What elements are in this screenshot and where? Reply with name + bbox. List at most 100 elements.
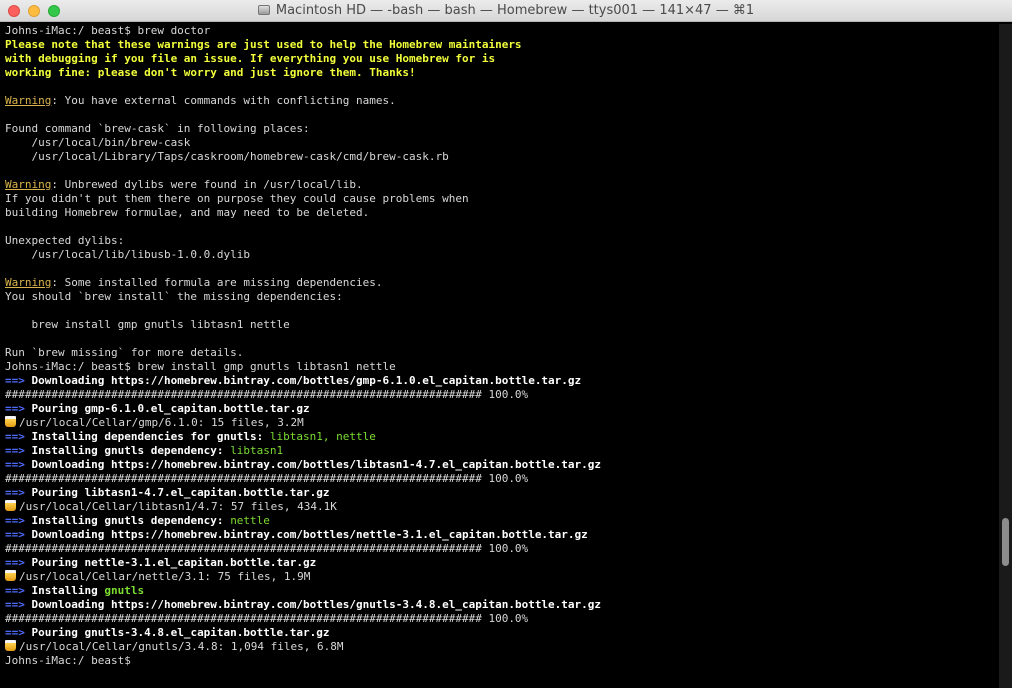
terminal-text: ==> xyxy=(5,486,32,499)
vertical-scrollbar[interactable] xyxy=(999,24,1012,688)
terminal-text: working fine: please don't worry and jus… xyxy=(5,66,416,79)
terminal-line: ########################################… xyxy=(0,472,998,486)
terminal-line: If you didn't put them there on purpose … xyxy=(0,192,998,206)
terminal-text: Warning xyxy=(5,94,52,107)
terminal-text: ==> xyxy=(5,528,32,541)
terminal-text: /usr/local/Cellar/gnutls/3.4.8: 1,094 fi… xyxy=(19,640,344,653)
terminal-line: building Homebrew formulae, and may need… xyxy=(0,206,998,220)
terminal-line: ==> Pouring gnutls-3.4.8.el_capitan.bott… xyxy=(0,626,998,640)
terminal-text: Installing xyxy=(31,584,105,597)
terminal-line: Warning: Some installed formula are miss… xyxy=(0,276,998,290)
terminal-text: /usr/local/Cellar/nettle/3.1: 75 files, … xyxy=(19,570,311,583)
terminal-line: Please note that these warnings are just… xyxy=(0,38,998,52)
terminal-text: with debugging if you file an issue. If … xyxy=(5,52,496,65)
terminal-text: Pouring libtasn1-4.7.el_capitan.bottle.t… xyxy=(31,486,330,499)
terminal-text: /usr/local/bin/brew-cask xyxy=(5,136,191,149)
terminal-text: Pouring nettle-3.1.el_capitan.bottle.tar… xyxy=(31,556,317,569)
beer-mug-icon xyxy=(5,416,16,427)
terminal-text: Warning xyxy=(5,178,52,191)
terminal-line: ########################################… xyxy=(0,542,998,556)
terminal-text: You should `brew install` the missing de… xyxy=(5,290,343,303)
terminal-output[interactable]: Johns-iMac:/ beast$ brew doctor Please no… xyxy=(0,24,998,688)
terminal-line: ==> Installing gnutls dependency: libtas… xyxy=(0,444,998,458)
terminal-text: Installing gnutls dependency: xyxy=(31,514,231,527)
terminal-window: Macintosh HD — -bash — bash — Homebrew —… xyxy=(0,0,1012,688)
terminal-text: Downloading https://homebrew.bintray.com… xyxy=(31,458,602,471)
terminal-text: /usr/local/Cellar/libtasn1/4.7: 57 files… xyxy=(19,500,337,513)
beer-mug-icon xyxy=(5,640,16,651)
terminal-text: nettle xyxy=(230,514,270,527)
terminal-text: ==> xyxy=(5,430,32,443)
terminal-line: brew install gmp gnutls libtasn1 nettle xyxy=(0,318,998,332)
terminal-text: Unexpected dylibs: xyxy=(5,234,125,247)
terminal-text: Run `brew missing` for more details. xyxy=(5,346,244,359)
terminal-line: Johns-iMac:/ beast$ brew install gmp gnu… xyxy=(0,360,998,374)
terminal-text: building Homebrew formulae, and may need… xyxy=(5,206,370,219)
terminal-text: ########################################… xyxy=(5,388,529,401)
terminal-line: /usr/local/bin/brew-cask xyxy=(0,136,998,150)
terminal-text: If you didn't put them there on purpose … xyxy=(5,192,469,205)
terminal-text: /usr/local/lib/libusb-1.0.0.dylib xyxy=(5,248,251,261)
terminal-text: Warning xyxy=(5,276,52,289)
terminal-text: Found command `brew-cask` in following p… xyxy=(5,122,310,135)
hard-disk-icon xyxy=(257,5,270,15)
terminal-text: ########################################… xyxy=(5,612,529,625)
terminal-text: ==> xyxy=(5,444,32,457)
terminal-text: Johns-iMac:/ beast$ brew doctor xyxy=(5,24,211,37)
terminal-line: ==> Downloading https://homebrew.bintray… xyxy=(0,458,998,472)
terminal-text: ########################################… xyxy=(5,472,529,485)
terminal-text: Pouring gnutls-3.4.8.el_capitan.bottle.t… xyxy=(31,626,330,639)
terminal-text: ########################################… xyxy=(5,542,529,555)
terminal-text: Please note that these warnings are just… xyxy=(5,38,522,51)
window-title-text: Macintosh HD — -bash — bash — Homebrew —… xyxy=(275,3,755,18)
terminal-line: Run `brew missing` for more details. xyxy=(0,346,998,360)
terminal-line: /usr/local/Cellar/gmp/6.1.0: 15 files, 3… xyxy=(0,416,998,430)
terminal-text: /usr/local/Cellar/gmp/6.1.0: 15 files, 3… xyxy=(19,416,304,429)
terminal-line: with debugging if you file an issue. If … xyxy=(0,52,998,66)
terminal-line: working fine: please don't worry and jus… xyxy=(0,66,998,80)
terminal-line: Found command `brew-cask` in following p… xyxy=(0,122,998,136)
scrollbar-thumb[interactable] xyxy=(1002,518,1009,566)
terminal-line: ==> Installing dependencies for gnutls: … xyxy=(0,430,998,444)
terminal-line: Johns-iMac:/ beast$ brew doctor xyxy=(0,24,998,38)
terminal-line: Unexpected dylibs: xyxy=(0,234,998,248)
terminal-text: brew install gmp gnutls libtasn1 nettle xyxy=(5,318,290,331)
terminal-line: ==> Installing gnutls dependency: nettle xyxy=(0,514,998,528)
terminal-text: Johns-iMac:/ beast$ xyxy=(5,654,138,667)
terminal-line: Warning: You have external commands with… xyxy=(0,94,998,108)
terminal-text: Installing gnutls dependency: xyxy=(31,444,231,457)
terminal-text: ==> xyxy=(5,584,32,597)
terminal-line: ==> Pouring gmp-6.1.0.el_capitan.bottle.… xyxy=(0,402,998,416)
terminal-line: ==> Installing gnutls xyxy=(0,584,998,598)
terminal-text: Johns-iMac:/ beast$ brew install gmp gnu… xyxy=(5,360,396,373)
terminal-text: ==> xyxy=(5,556,32,569)
terminal-text: ==> xyxy=(5,514,32,527)
beer-mug-icon xyxy=(5,570,16,581)
terminal-text: : Unbrewed dylibs were found in /usr/loc… xyxy=(51,178,363,191)
terminal-text: ==> xyxy=(5,626,32,639)
terminal-line: ==> Pouring nettle-3.1.el_capitan.bottle… xyxy=(0,556,998,570)
terminal-line: ########################################… xyxy=(0,612,998,626)
terminal-text: Downloading https://homebrew.bintray.com… xyxy=(31,528,588,541)
title-bar[interactable]: Macintosh HD — -bash — bash — Homebrew —… xyxy=(0,0,1012,22)
terminal-text: ==> xyxy=(5,598,32,611)
terminal-text: ==> xyxy=(5,458,32,471)
terminal-text: ==> xyxy=(5,374,32,387)
terminal-text: libtasn1 xyxy=(230,444,284,457)
terminal-text: : Some installed formula are missing dep… xyxy=(51,276,383,289)
terminal-line: ==> Downloading https://homebrew.bintray… xyxy=(0,374,998,388)
terminal-text: ==> xyxy=(5,402,32,415)
terminal-line: /usr/local/Cellar/gnutls/3.4.8: 1,094 fi… xyxy=(0,640,998,654)
terminal-line: /usr/local/lib/libusb-1.0.0.dylib xyxy=(0,248,998,262)
terminal-text: Downloading https://homebrew.bintray.com… xyxy=(31,598,602,611)
terminal-text: Downloading https://homebrew.bintray.com… xyxy=(31,374,582,387)
terminal-text: : You have external commands with confli… xyxy=(51,94,396,107)
terminal-text: Installing dependencies for gnutls: xyxy=(31,430,270,443)
beer-mug-icon xyxy=(5,500,16,511)
